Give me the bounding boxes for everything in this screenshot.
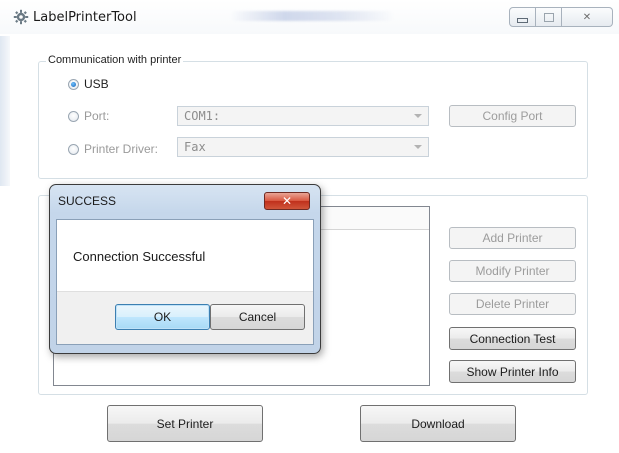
dialog-close-button[interactable]: ✕ bbox=[264, 192, 310, 210]
config-port-label: Config Port bbox=[482, 109, 543, 123]
port-radio[interactable]: Port: bbox=[68, 109, 109, 123]
printer-driver-radio[interactable]: Printer Driver: bbox=[68, 142, 158, 156]
printer-driver-value: Fax bbox=[184, 140, 206, 154]
close-icon: ✕ bbox=[281, 194, 293, 208]
delete-printer-button[interactable]: Delete Printer bbox=[449, 293, 576, 315]
add-printer-label: Add Printer bbox=[482, 231, 543, 245]
window-close-button[interactable]: ✕ bbox=[562, 7, 613, 27]
close-icon: ✕ bbox=[582, 11, 592, 23]
dialog-title: SUCCESS bbox=[58, 194, 117, 208]
show-printer-info-button[interactable]: Show Printer Info bbox=[449, 360, 576, 383]
config-port-button[interactable]: Config Port bbox=[449, 105, 576, 127]
port-value: COM1: bbox=[184, 109, 221, 123]
modify-printer-label: Modify Printer bbox=[475, 264, 550, 278]
gear-icon bbox=[13, 9, 29, 25]
show-printer-info-label: Show Printer Info bbox=[466, 364, 559, 379]
delete-printer-label: Delete Printer bbox=[475, 297, 550, 311]
port-select[interactable]: COM1: bbox=[177, 106, 429, 126]
maximize-icon bbox=[543, 12, 554, 22]
ok-button[interactable]: OK bbox=[115, 304, 210, 330]
communication-group-label: Communication with printer bbox=[46, 54, 184, 66]
desktop-edge bbox=[0, 36, 10, 186]
chevron-down-icon bbox=[414, 145, 422, 149]
add-printer-button[interactable]: Add Printer bbox=[449, 227, 576, 249]
modify-printer-button[interactable]: Modify Printer bbox=[449, 260, 576, 282]
connection-test-label: Connection Test bbox=[469, 331, 556, 346]
download-button[interactable]: Download bbox=[360, 405, 516, 442]
connection-test-button[interactable]: Connection Test bbox=[449, 327, 576, 350]
success-dialog: SUCCESS ✕ Connection Successful OK Cance… bbox=[49, 184, 321, 354]
printer-driver-select[interactable]: Fax bbox=[177, 137, 429, 157]
maximize-button[interactable] bbox=[536, 7, 562, 27]
dialog-body: Connection Successful OK Cancel bbox=[56, 219, 314, 345]
set-printer-button[interactable]: Set Printer bbox=[107, 405, 263, 442]
ok-label: OK bbox=[153, 310, 172, 324]
title-glow bbox=[230, 11, 395, 21]
cancel-button[interactable]: Cancel bbox=[210, 304, 305, 330]
chevron-down-icon bbox=[414, 114, 422, 118]
radio-icon bbox=[68, 110, 79, 122]
download-label: Download bbox=[411, 416, 465, 431]
port-label: Port: bbox=[84, 109, 110, 123]
main-window: LabelPrinterTool ✕ Communication with pr… bbox=[0, 0, 619, 453]
dialog-footer: OK Cancel bbox=[57, 291, 313, 344]
window-controls: ✕ bbox=[509, 7, 613, 27]
minimize-button[interactable] bbox=[509, 7, 536, 27]
radio-icon bbox=[68, 143, 79, 155]
printer-driver-label: Printer Driver: bbox=[84, 142, 159, 156]
dialog-message: Connection Successful bbox=[73, 249, 206, 264]
usb-radio[interactable]: USB bbox=[68, 77, 109, 91]
radio-checked-icon bbox=[68, 78, 79, 90]
set-printer-label: Set Printer bbox=[156, 416, 214, 431]
cancel-label: Cancel bbox=[238, 310, 277, 324]
window-title: LabelPrinterTool bbox=[33, 10, 137, 25]
usb-label: USB bbox=[84, 77, 109, 91]
minimize-icon bbox=[517, 17, 528, 23]
titlebar[interactable]: LabelPrinterTool ✕ bbox=[0, 0, 619, 34]
